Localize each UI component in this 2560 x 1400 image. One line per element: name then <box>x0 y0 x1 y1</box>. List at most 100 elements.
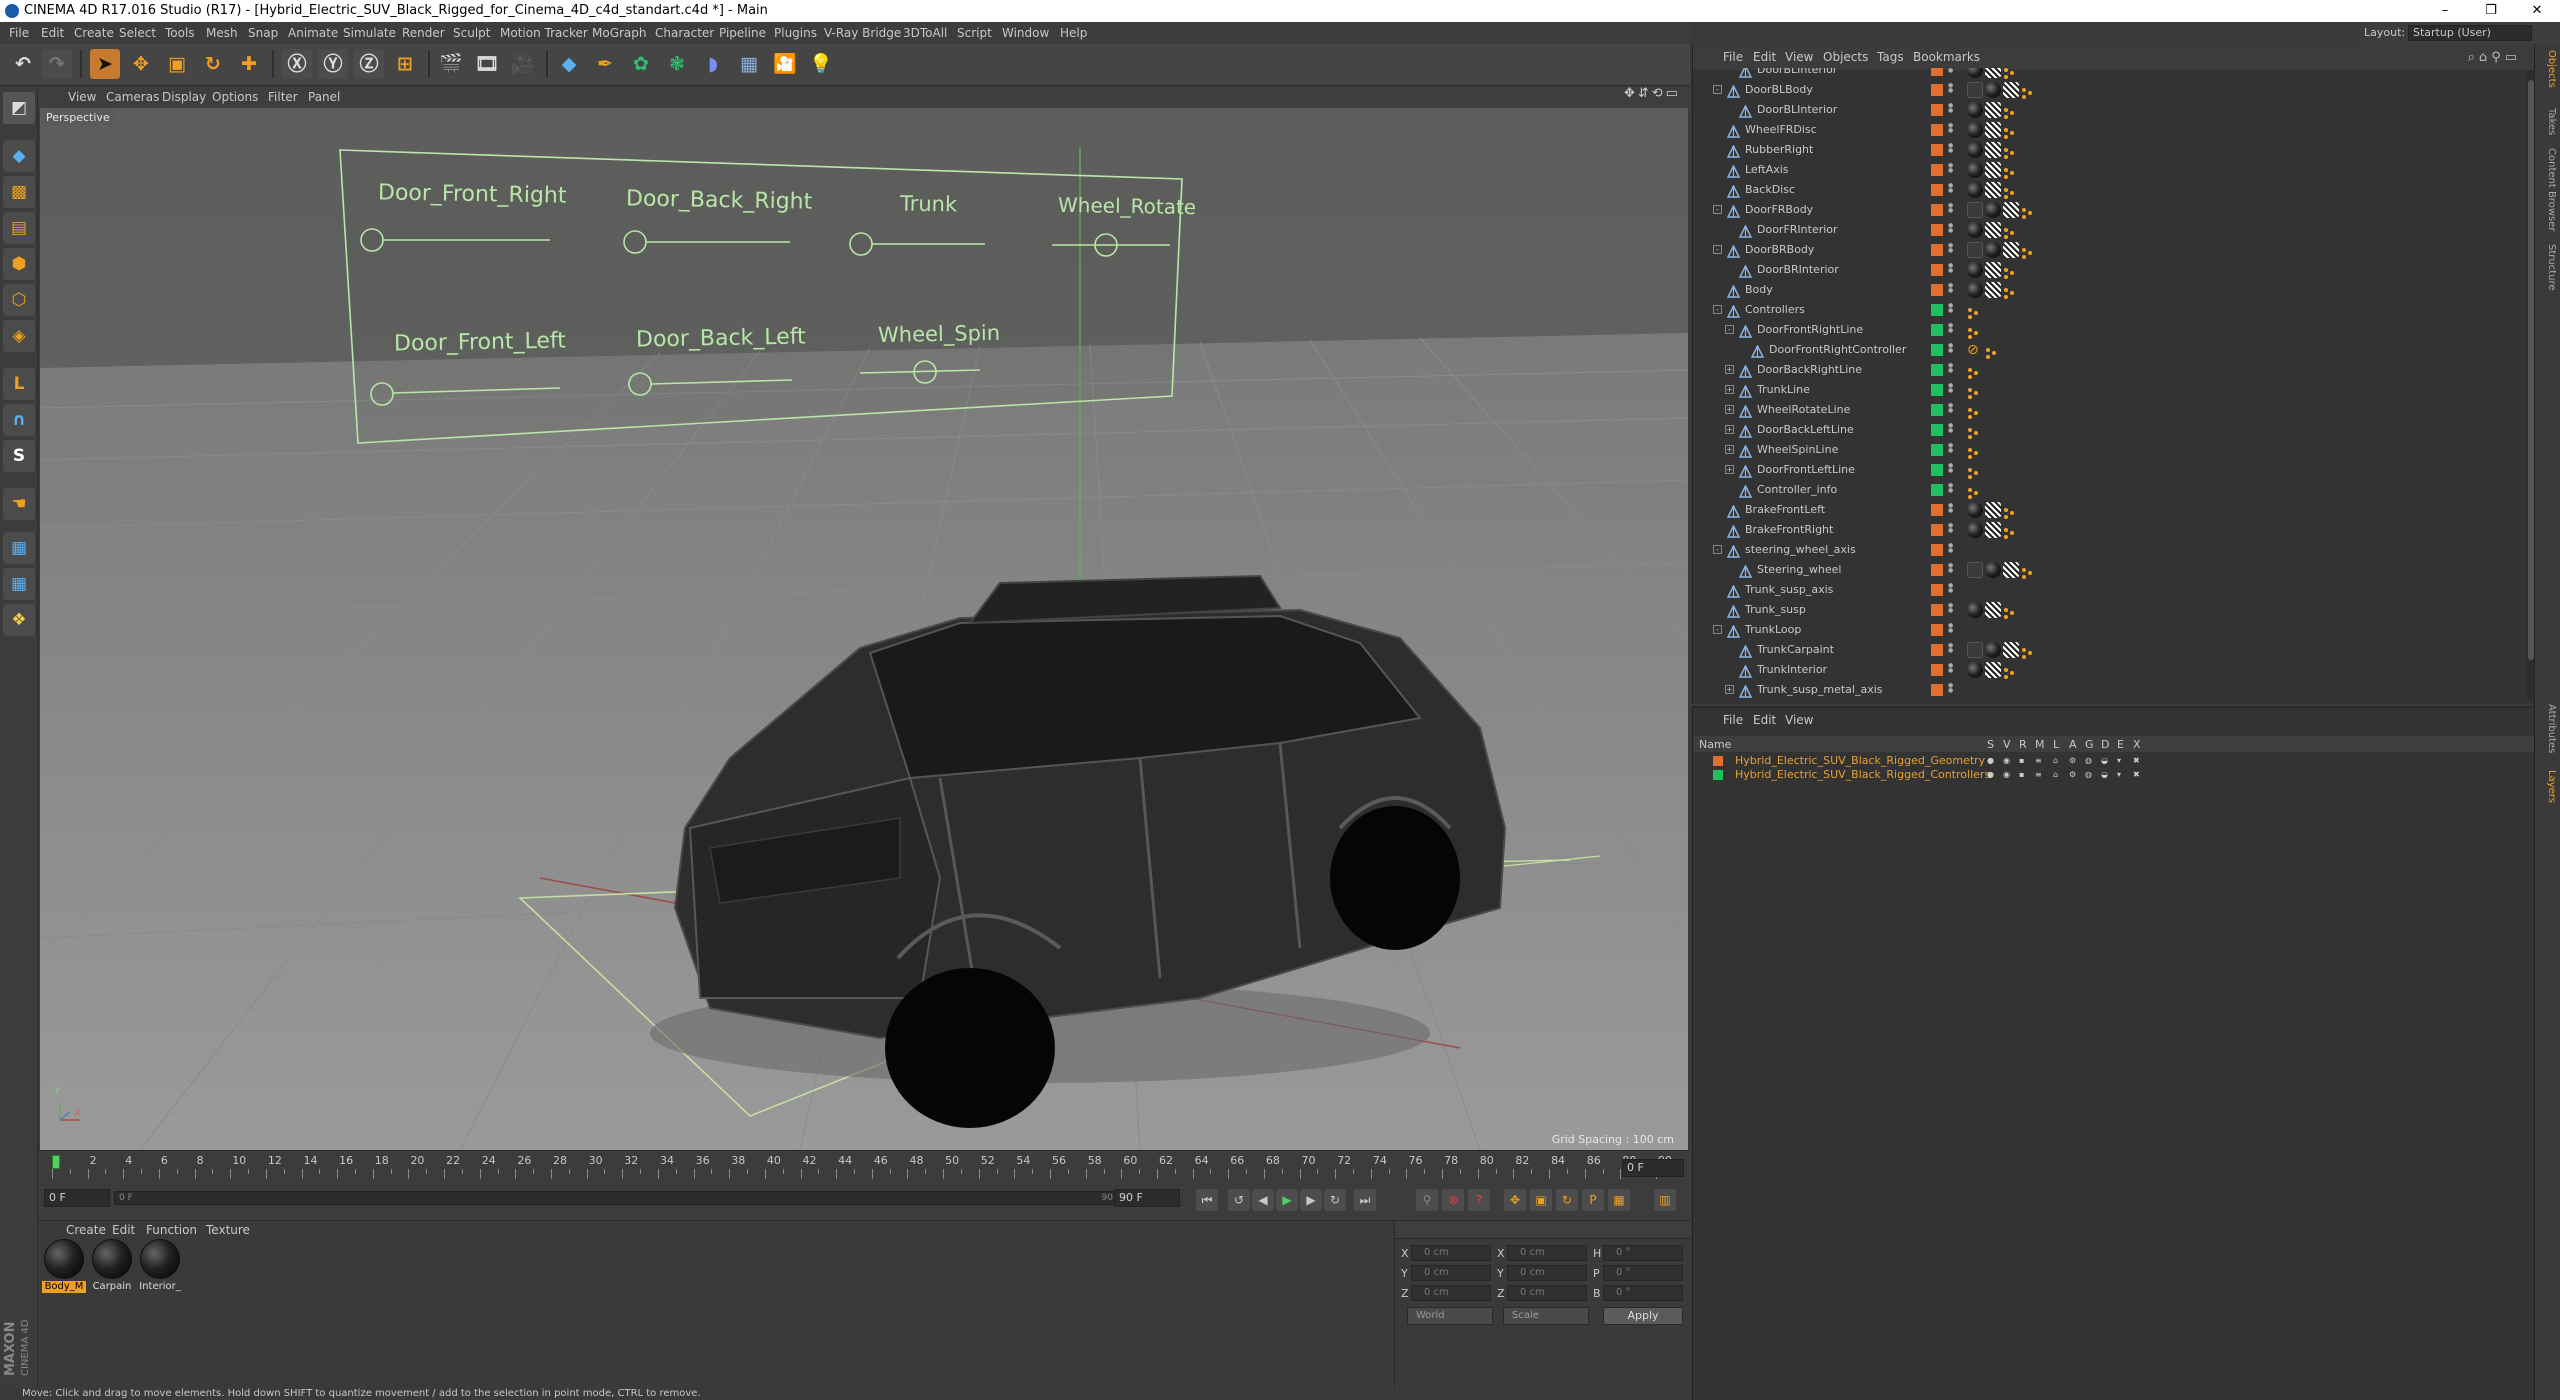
uvw-tag-icon[interactable] <box>1985 142 2001 158</box>
protection-tag-icon[interactable] <box>2003 68 2017 79</box>
objects-menu-file[interactable]: File <box>1723 50 1743 64</box>
play-button[interactable]: ▶ <box>1276 1189 1298 1211</box>
object-row[interactable]: Body ● ● <box>1693 280 2529 300</box>
3d-viewport[interactable]: Door_Front_Right Door_Back_Right Trunk W… <box>40 108 1688 1150</box>
visibility-dots-icon[interactable]: ●● <box>1948 443 1954 457</box>
solo-button[interactable]: ▦ <box>3 568 35 600</box>
redo-button[interactable]: ↷ <box>42 49 72 79</box>
add-spline-button[interactable]: ✒ <box>590 49 620 79</box>
protection-tag-icon[interactable] <box>2003 144 2017 159</box>
phong-tag-icon[interactable] <box>1967 202 1983 218</box>
layer-color-icon[interactable] <box>1931 68 1943 76</box>
suv-car-model[interactable] <box>580 528 1560 1128</box>
expand-toggle-icon[interactable]: + <box>1725 365 1734 374</box>
objects-menu-edit[interactable]: Edit <box>1753 50 1776 64</box>
position-x-field[interactable]: 0 cm <box>1411 1245 1491 1261</box>
protection-tag-icon[interactable] <box>1967 424 1981 439</box>
manager-flag-icon[interactable]: ≡ <box>2035 769 2045 780</box>
constraint-tag-icon[interactable]: ⊘ <box>1967 342 1983 358</box>
menu-help[interactable]: Help <box>1060 22 1087 44</box>
visibility-dots-icon[interactable]: ●● <box>1948 523 1954 537</box>
x-axis-lock-button[interactable]: Ⓧ <box>282 49 312 79</box>
key-parameter-button[interactable]: P <box>1582 1189 1604 1211</box>
tab-attributes[interactable]: Attributes <box>2539 704 2557 753</box>
lock-flag-icon[interactable]: ⌂ <box>2053 769 2063 780</box>
object-row[interactable]: + DoorBackRightLine ● ● <box>1693 360 2529 380</box>
solo-flag-icon[interactable]: ● <box>1987 769 1997 780</box>
object-row[interactable]: + WheelSpinLine ● ● <box>1693 440 2529 460</box>
uvw-tag-icon[interactable] <box>1985 162 2001 178</box>
expand-toggle-icon[interactable]: + <box>1725 465 1734 474</box>
viewport-menu-cameras[interactable]: Cameras <box>106 86 159 108</box>
last-tool-button[interactable]: ✚ <box>234 49 264 79</box>
protection-tag-icon[interactable] <box>2021 644 2035 659</box>
next-frame-button[interactable]: ▶ <box>1300 1189 1322 1211</box>
live-selection-button[interactable]: ➤ <box>90 49 120 79</box>
visibility-dots-icon[interactable]: ●● <box>1948 423 1954 437</box>
key-position-button[interactable]: ✥ <box>1504 1189 1526 1211</box>
protection-tag-icon[interactable] <box>1967 444 1981 459</box>
object-row[interactable]: RubberRight ● ● <box>1693 140 2529 160</box>
layer-color-icon[interactable] <box>1931 604 1943 616</box>
phong-tag-icon[interactable] <box>1967 642 1983 658</box>
visibility-dots-icon[interactable]: ●● <box>1948 463 1954 477</box>
layer-color-icon[interactable] <box>1931 264 1943 276</box>
animation-flag-icon[interactable]: ⚙ <box>2069 755 2079 766</box>
layer-color-icon[interactable] <box>1931 284 1943 296</box>
layer-color-icon[interactable] <box>1931 144 1943 156</box>
layer-color-icon[interactable] <box>1931 444 1943 456</box>
rotate-tool-button[interactable]: ↻ <box>198 49 228 79</box>
menu-plugins[interactable]: Plugins <box>774 22 817 44</box>
visibility-dots-icon[interactable]: ●● <box>1948 323 1954 337</box>
layer-color-icon[interactable] <box>1931 524 1943 536</box>
material-tag-icon[interactable] <box>1967 122 1983 138</box>
visibility-dots-icon[interactable]: ●● <box>1948 503 1954 517</box>
visibility-dots-icon[interactable]: ●● <box>1948 163 1954 177</box>
object-row[interactable]: - DoorBRBody ● ● <box>1693 240 2529 260</box>
uvw-tag-icon[interactable] <box>1985 222 2001 238</box>
visibility-dots-icon[interactable]: ●● <box>1948 203 1954 217</box>
material-tag-icon[interactable] <box>1967 502 1983 518</box>
layer-color-icon[interactable] <box>1931 104 1943 116</box>
viewport-menu-view[interactable]: View <box>68 86 96 108</box>
layer-color-icon[interactable] <box>1931 304 1943 316</box>
object-row[interactable]: WheelFRDisc ● ● <box>1693 120 2529 140</box>
protection-tag-icon[interactable] <box>2003 524 2017 539</box>
objects-menu-bookmarks[interactable]: Bookmarks <box>1913 50 1980 64</box>
protection-tag-icon[interactable] <box>2003 604 2017 619</box>
visibility-dots-icon[interactable]: ●● <box>1948 623 1954 637</box>
visibility-dots-icon[interactable]: ●● <box>1948 483 1954 497</box>
layer-color-icon[interactable] <box>1931 664 1943 676</box>
visibility-dots-icon[interactable]: ●● <box>1948 263 1954 277</box>
expression-flag-icon[interactable]: ▾ <box>2117 769 2127 780</box>
object-row[interactable]: + DoorFrontLeftLine ● ● <box>1693 460 2529 480</box>
menu-render[interactable]: Render <box>402 22 445 44</box>
menu-motion-tracker[interactable]: Motion Tracker <box>500 22 588 44</box>
visibility-dots-icon[interactable]: ●● <box>1948 683 1954 697</box>
expand-toggle-icon[interactable]: + <box>1725 685 1734 694</box>
menu-pipeline[interactable]: Pipeline <box>719 22 766 44</box>
rotation-b-field[interactable]: 0 ° <box>1603 1285 1683 1301</box>
viewport-menu-filter[interactable]: Filter <box>268 86 298 108</box>
protection-tag-icon[interactable] <box>1967 404 1981 419</box>
protection-tag-icon[interactable] <box>1967 464 1981 479</box>
material-interior[interactable]: Interior_ <box>138 1239 182 1293</box>
points-mode-button[interactable]: ⬢ <box>3 248 35 280</box>
render-flag-icon[interactable]: ▪ <box>2019 755 2029 766</box>
add-deformer-button[interactable]: ◗ <box>698 49 728 79</box>
protection-tag-icon[interactable] <box>2003 284 2017 299</box>
layer-color-icon[interactable] <box>1931 544 1943 556</box>
close-button[interactable]: ✕ <box>2514 0 2560 22</box>
layer-color-icon[interactable] <box>1931 124 1943 136</box>
uvw-tag-icon[interactable] <box>1985 662 2001 678</box>
protection-tag-icon[interactable] <box>2003 504 2017 519</box>
autokeying-button[interactable]: ? <box>1468 1189 1490 1211</box>
material-tag-icon[interactable] <box>1967 182 1983 198</box>
previous-keyframe-button[interactable]: ↺ <box>1228 1189 1250 1211</box>
material-tag-icon[interactable] <box>1967 102 1983 118</box>
uvw-tag-icon[interactable] <box>2003 562 2019 578</box>
quantize-button[interactable]: ☚ <box>3 488 35 520</box>
visibility-dots-icon[interactable]: ●● <box>1948 123 1954 137</box>
material-tag-icon[interactable] <box>1967 662 1983 678</box>
tweak-mode-button[interactable]: ∩ <box>3 404 35 436</box>
